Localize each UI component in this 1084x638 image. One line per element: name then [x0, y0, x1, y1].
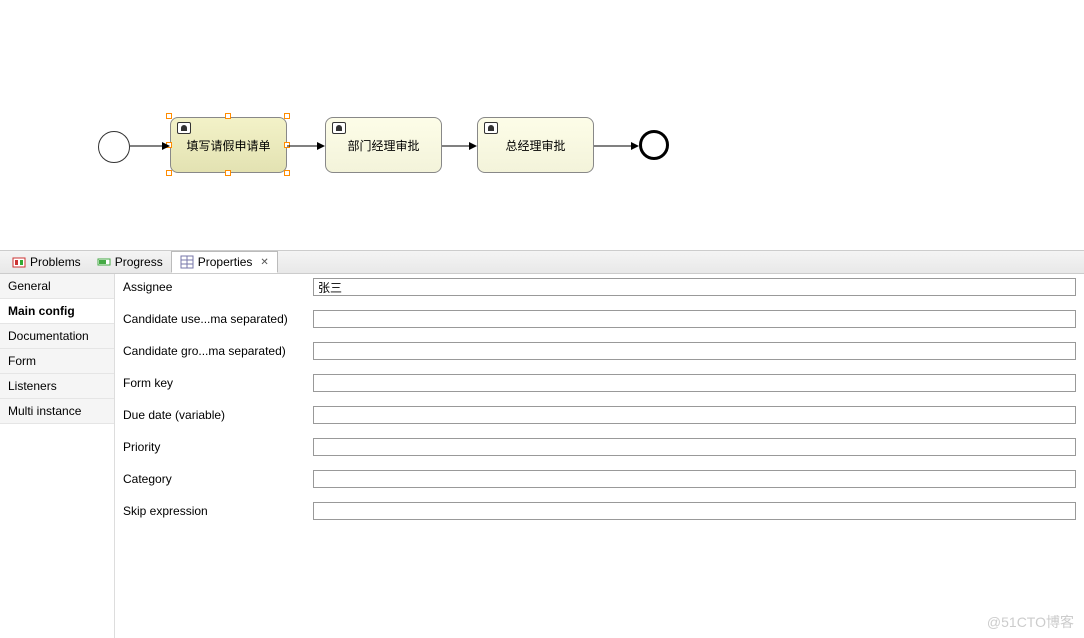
resize-handle[interactable]: [225, 170, 231, 176]
tab-label: Problems: [30, 255, 81, 269]
tab-label: Progress: [115, 255, 163, 269]
priority-label: Priority: [123, 440, 313, 454]
close-icon[interactable]: ✕: [260, 257, 268, 268]
sidebar-item-label: Form: [8, 354, 36, 368]
candidate-users-input[interactable]: [313, 310, 1076, 328]
watermark: @51CTO博客: [987, 612, 1074, 632]
due-date-input[interactable]: [313, 406, 1076, 424]
task-general-manager-approve[interactable]: 总经理审批: [477, 117, 594, 173]
tab-problems[interactable]: Problems: [4, 252, 89, 272]
resize-handle[interactable]: [284, 170, 290, 176]
skip-expression-label: Skip expression: [123, 504, 313, 518]
resize-handle[interactable]: [166, 113, 172, 119]
sidebar-item-general[interactable]: General: [0, 274, 114, 299]
candidate-groups-label: Candidate gro...ma separated): [123, 344, 313, 358]
sidebar-item-documentation[interactable]: Documentation: [0, 324, 114, 349]
sidebar-item-label: Documentation: [8, 329, 89, 343]
task-fill-leave-request[interactable]: 填写请假申请单: [170, 117, 287, 173]
sidebar-item-label: Multi instance: [8, 404, 81, 418]
skip-expression-input[interactable]: [313, 502, 1076, 520]
properties-icon: [180, 255, 194, 269]
user-task-icon: [484, 122, 498, 134]
candidate-groups-input[interactable]: [313, 342, 1076, 360]
task-label: 部门经理审批: [347, 137, 419, 154]
start-event[interactable]: [98, 131, 130, 163]
progress-icon: [97, 255, 111, 269]
sequence-flow-icon[interactable]: [442, 140, 477, 152]
sidebar-item-main-config[interactable]: Main config: [0, 299, 114, 324]
task-label: 总经理审批: [505, 137, 565, 154]
end-event[interactable]: [639, 130, 669, 160]
resize-handle[interactable]: [166, 170, 172, 176]
sidebar-item-label: Listeners: [8, 379, 57, 393]
form-key-input[interactable]: [313, 374, 1076, 392]
sidebar-item-label: Main config: [8, 304, 75, 318]
bpmn-canvas[interactable]: 填写请假申请单 部门经理审批 总经理审批: [0, 0, 1084, 250]
sidebar-item-label: General: [8, 279, 51, 293]
tab-label: Properties: [198, 255, 253, 269]
task-dept-manager-approve[interactable]: 部门经理审批: [325, 117, 442, 173]
sequence-flow-icon[interactable]: [594, 140, 639, 152]
form-key-label: Form key: [123, 376, 313, 390]
task-label: 填写请假申请单: [186, 137, 270, 154]
assignee-label: Assignee: [123, 280, 313, 294]
sequence-flow-icon[interactable]: [130, 140, 170, 152]
view-tabstrip: Problems Progress Properties ✕: [0, 250, 1084, 274]
tab-properties[interactable]: Properties ✕: [171, 251, 278, 273]
sidebar-item-form[interactable]: Form: [0, 349, 114, 374]
form-area: Assignee Candidate use...ma separated) C…: [114, 274, 1084, 638]
properties-panel: General Main config Documentation Form L…: [0, 274, 1084, 638]
category-label: Category: [123, 472, 313, 486]
sequence-flow-icon[interactable]: [287, 140, 325, 152]
sidebar-item-multi-instance[interactable]: Multi instance: [0, 399, 114, 424]
user-task-icon: [177, 122, 191, 134]
properties-section-list: General Main config Documentation Form L…: [0, 274, 114, 638]
tab-progress[interactable]: Progress: [89, 252, 171, 272]
resize-handle[interactable]: [284, 113, 290, 119]
user-task-icon: [332, 122, 346, 134]
priority-input[interactable]: [313, 438, 1076, 456]
assignee-input[interactable]: [313, 278, 1076, 296]
resize-handle[interactable]: [225, 113, 231, 119]
sidebar-item-listeners[interactable]: Listeners: [0, 374, 114, 399]
candidate-users-label: Candidate use...ma separated): [123, 312, 313, 326]
due-date-label: Due date (variable): [123, 408, 313, 422]
problems-icon: [12, 255, 26, 269]
category-input[interactable]: [313, 470, 1076, 488]
